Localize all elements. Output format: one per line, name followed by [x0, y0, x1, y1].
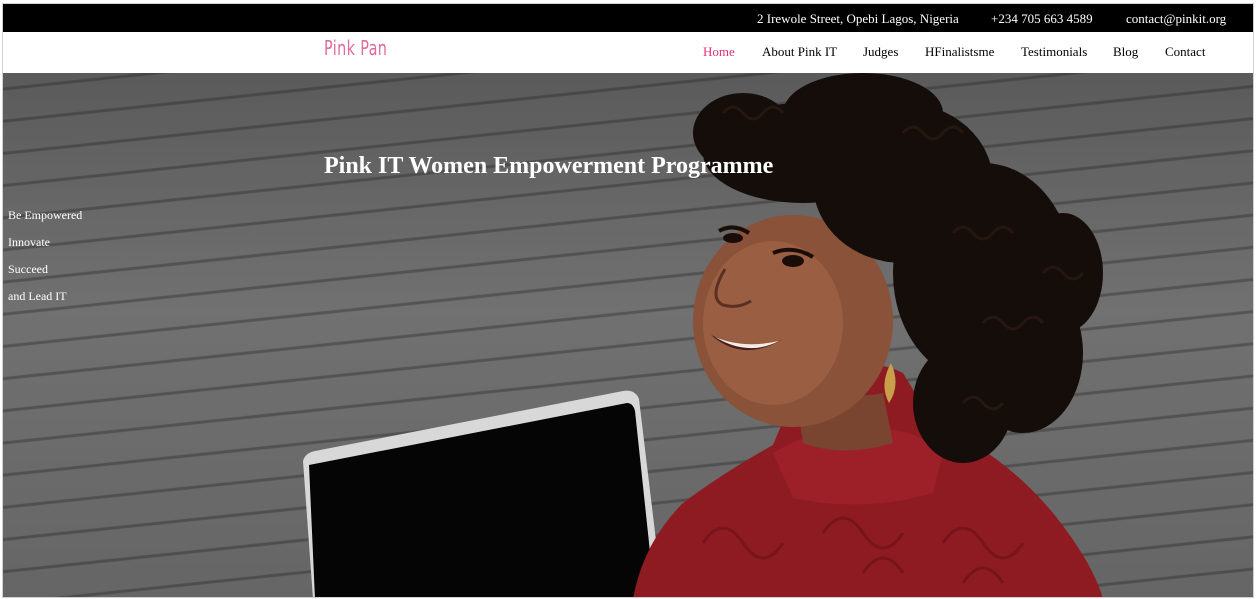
- main-navbar: Pink Pan Home About Pink IT Judges HFina…: [3, 32, 1253, 73]
- tagline-succeed: Succeed: [8, 262, 48, 276]
- hero-photo-woman-with-laptop: [303, 73, 1103, 597]
- nav-item-contact[interactable]: Contact: [1165, 44, 1205, 60]
- hero-title: Pink IT Women Empowerment Programme: [324, 153, 774, 179]
- browser-viewport: 2 Irewole Street, Opebi Lagos, Nigeria +…: [2, 3, 1254, 598]
- contact-topbar: 2 Irewole Street, Opebi Lagos, Nigeria +…: [3, 4, 1253, 32]
- nav-item-testimonials[interactable]: Testimonials: [1021, 44, 1087, 60]
- address-text: 2 Irewole Street, Opebi Lagos, Nigeria: [757, 11, 959, 26]
- nav-item-about[interactable]: About Pink IT: [762, 44, 837, 60]
- tagline-innovate: Innovate: [8, 235, 50, 249]
- site-logo[interactable]: Pink Pan: [324, 36, 387, 60]
- tagline-empowered: Be Empowered: [8, 208, 83, 222]
- hero-banner: Pink IT Women Empowerment Programme Be E…: [3, 73, 1253, 597]
- phone-link[interactable]: +234 705 663 4589: [991, 11, 1093, 27]
- tagline-lead-it: and Lead IT: [8, 289, 67, 303]
- nav-item-blog[interactable]: Blog: [1113, 44, 1138, 60]
- nav-item-finalists[interactable]: HFinalistsme: [925, 44, 994, 60]
- nav-item-judges[interactable]: Judges: [863, 44, 898, 60]
- nav-item-home[interactable]: Home: [703, 44, 735, 60]
- email-link[interactable]: contact@pinkit.org: [1126, 11, 1226, 27]
